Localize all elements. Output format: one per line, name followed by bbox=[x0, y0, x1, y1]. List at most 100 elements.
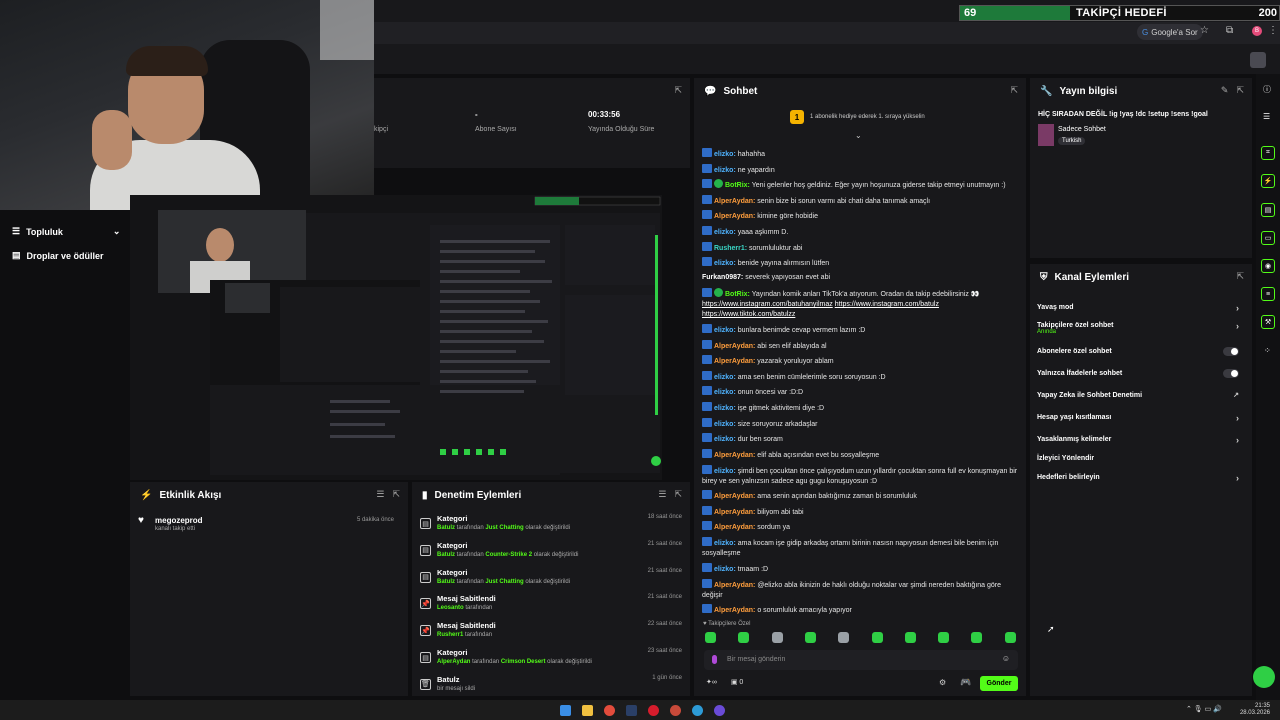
emote-icon[interactable] bbox=[738, 632, 750, 643]
gift-icon[interactable]: ▣ 0 bbox=[731, 678, 743, 686]
chevron-down-icon[interactable]: ⌄ bbox=[855, 131, 862, 140]
opera-icon[interactable] bbox=[648, 705, 659, 716]
emote-icon[interactable] bbox=[1004, 632, 1016, 643]
windows-start-icon[interactable] bbox=[560, 705, 571, 716]
channel-action-item[interactable]: Yavaş mod › bbox=[1037, 303, 1247, 313]
send-button[interactable]: Gönder bbox=[980, 676, 1018, 691]
chat-username[interactable]: elizko: bbox=[714, 151, 736, 158]
user-avatar[interactable] bbox=[1250, 52, 1266, 68]
chat-link[interactable]: https://www.tiktok.com/batulzz bbox=[702, 311, 795, 318]
apps-icon[interactable]: ⁘ bbox=[1264, 346, 1271, 355]
edge-icon[interactable] bbox=[692, 705, 703, 716]
pinned-gift-banner[interactable]: 1 1 abonelik hediye ederek 1. sıraya yük… bbox=[790, 110, 925, 124]
channel-action-item[interactable]: Yalnızca İfadelerle sohbet bbox=[1037, 369, 1247, 378]
chat-username[interactable]: BotRix: bbox=[725, 291, 750, 298]
chat-username[interactable]: AlperAydan: bbox=[714, 358, 755, 365]
chat-input[interactable]: Bir mesaj gönderin ☺ bbox=[704, 650, 1018, 670]
chat-username[interactable]: elizko: bbox=[714, 405, 736, 412]
stream-category[interactable]: Sadece Sohbet bbox=[1058, 126, 1106, 133]
tray-icons[interactable]: ⌃ 🎙 ▭ 🔊 bbox=[1186, 705, 1222, 713]
emote-icon[interactable] bbox=[705, 632, 716, 643]
kick-fab-button[interactable] bbox=[1253, 666, 1275, 688]
toggle-switch[interactable] bbox=[1223, 369, 1239, 378]
chat-username[interactable]: AlperAydan: bbox=[714, 524, 755, 531]
chat-username[interactable]: elizko: bbox=[714, 327, 736, 334]
expand-icon[interactable]: ⇱ bbox=[674, 489, 682, 500]
expand-icon[interactable]: ⇱ bbox=[674, 85, 682, 96]
list-icon[interactable]: ≡ bbox=[1261, 287, 1275, 301]
info-icon[interactable]: ⓘ bbox=[1263, 84, 1271, 95]
sidebar-item-drops[interactable]: ▤ Droplar ve ödüller bbox=[12, 250, 104, 261]
document-icon[interactable]: ▤ bbox=[1261, 203, 1275, 217]
steam-icon[interactable] bbox=[626, 705, 637, 716]
filter-icon[interactable]: ☰ bbox=[658, 489, 666, 500]
google-ask-button[interactable]: G Google'a Sor bbox=[1137, 24, 1203, 40]
expand-icon[interactable]: ⇱ bbox=[1236, 271, 1244, 282]
menu-icon[interactable]: ☰ bbox=[1263, 112, 1270, 121]
chat-link[interactable]: https://www.instagram.com/batuhanyilmaz bbox=[702, 301, 833, 308]
extensions-icon[interactable]: ⧉ bbox=[1226, 25, 1233, 36]
game-icon[interactable]: 🎮 bbox=[960, 677, 971, 688]
emote-icon[interactable] bbox=[938, 632, 950, 643]
chat-username[interactable]: AlperAydan: bbox=[714, 343, 755, 350]
expand-icon[interactable]: ⇱ bbox=[1010, 85, 1018, 96]
toggle-switch[interactable] bbox=[1223, 347, 1239, 356]
channel-action-item[interactable]: Hesap yaşı kısıtlaması › bbox=[1037, 413, 1247, 423]
expand-icon[interactable]: ⇱ bbox=[392, 489, 400, 500]
emoji-icon[interactable]: ☺ bbox=[1002, 654, 1010, 663]
chat-username[interactable]: elizko: bbox=[714, 436, 736, 443]
emote-icon[interactable] bbox=[971, 632, 983, 643]
chat-username[interactable]: AlperAydan: bbox=[714, 509, 755, 516]
chat-username[interactable]: elizko: bbox=[714, 540, 736, 547]
channel-action-item[interactable]: İzleyici Yönlendir bbox=[1037, 455, 1247, 462]
chat-username[interactable]: elizko: bbox=[714, 374, 736, 381]
taskbar-clock[interactable]: 21:35 28.03.2026 bbox=[1240, 703, 1270, 717]
profile-avatar[interactable]: B bbox=[1252, 26, 1262, 36]
chat-username[interactable]: BotRix: bbox=[725, 182, 750, 189]
emote-icon[interactable] bbox=[771, 632, 783, 643]
wrench-icon[interactable]: ⚒ bbox=[1261, 315, 1275, 329]
emote-icon[interactable] bbox=[838, 632, 850, 643]
chat-username[interactable]: elizko: bbox=[714, 468, 736, 475]
chat-username[interactable]: AlperAydan bbox=[714, 607, 753, 614]
emote-icon[interactable] bbox=[804, 632, 816, 643]
app-icon[interactable] bbox=[670, 705, 681, 716]
edit-icon[interactable]: ✎ bbox=[1221, 85, 1229, 96]
chat-username[interactable]: elizko: bbox=[714, 421, 736, 428]
file-explorer-icon[interactable] bbox=[582, 705, 593, 716]
chat-link[interactable]: https://www.instagram.com/batulz bbox=[835, 301, 939, 308]
chat-username[interactable]: AlperAydan: bbox=[714, 452, 755, 459]
channel-action-item[interactable]: Yasaklanmış kelimeler › bbox=[1037, 435, 1247, 445]
chat-username[interactable]: Rusherr1: bbox=[714, 245, 747, 252]
chat-username[interactable]: elizko: bbox=[714, 229, 736, 236]
crop-icon[interactable]: ⌗ bbox=[1261, 146, 1275, 160]
chat-username[interactable]: elizko: bbox=[714, 566, 736, 573]
chat-username[interactable]: Furkan0987: bbox=[702, 274, 743, 281]
channel-action-item[interactable]: Yapay Zeka ile Sohbet Denetimi ↗ bbox=[1037, 392, 1247, 399]
channel-action-item[interactable]: Hedefleri belirleyin › bbox=[1037, 473, 1247, 483]
menu-icon[interactable]: ⋮ bbox=[1268, 25, 1278, 36]
channel-action-item[interactable]: Takipçilere özel sohbet Anında › bbox=[1037, 321, 1247, 335]
points-icon[interactable]: ✦∞ bbox=[706, 678, 717, 686]
settings-icon[interactable]: ⚙ bbox=[939, 678, 946, 687]
chat-username[interactable]: elizko: bbox=[714, 167, 736, 174]
chat-username[interactable]: AlperAydan: bbox=[714, 493, 755, 500]
broadcast-icon[interactable]: ◉ bbox=[1261, 259, 1275, 273]
expand-icon[interactable]: ⇱ bbox=[1236, 85, 1244, 96]
bolt-icon[interactable]: ⚡ bbox=[1261, 174, 1275, 188]
chat-username[interactable]: AlperAydan: bbox=[714, 582, 755, 589]
chat-username[interactable]: AlperAydan: bbox=[714, 213, 755, 220]
channel-action-item[interactable]: Abonelere özel sohbet bbox=[1037, 347, 1247, 356]
chrome-icon[interactable] bbox=[604, 705, 615, 716]
chat-icon[interactable]: ▭ bbox=[1261, 231, 1275, 245]
chat-username[interactable]: AlperAydan: bbox=[714, 198, 755, 205]
emote-icon[interactable] bbox=[904, 632, 916, 643]
mic-icon[interactable] bbox=[712, 655, 717, 664]
filter-icon[interactable]: ☰ bbox=[376, 489, 384, 500]
obs-icon[interactable] bbox=[714, 705, 725, 716]
emote-icon[interactable] bbox=[871, 632, 883, 643]
sidebar-item-community[interactable]: ☰ Topluluk ⌄ bbox=[12, 226, 120, 237]
chat-username[interactable]: elizko: bbox=[714, 389, 736, 396]
star-icon[interactable]: ☆ bbox=[1200, 25, 1209, 36]
chat-username[interactable]: elizko: bbox=[714, 260, 736, 267]
